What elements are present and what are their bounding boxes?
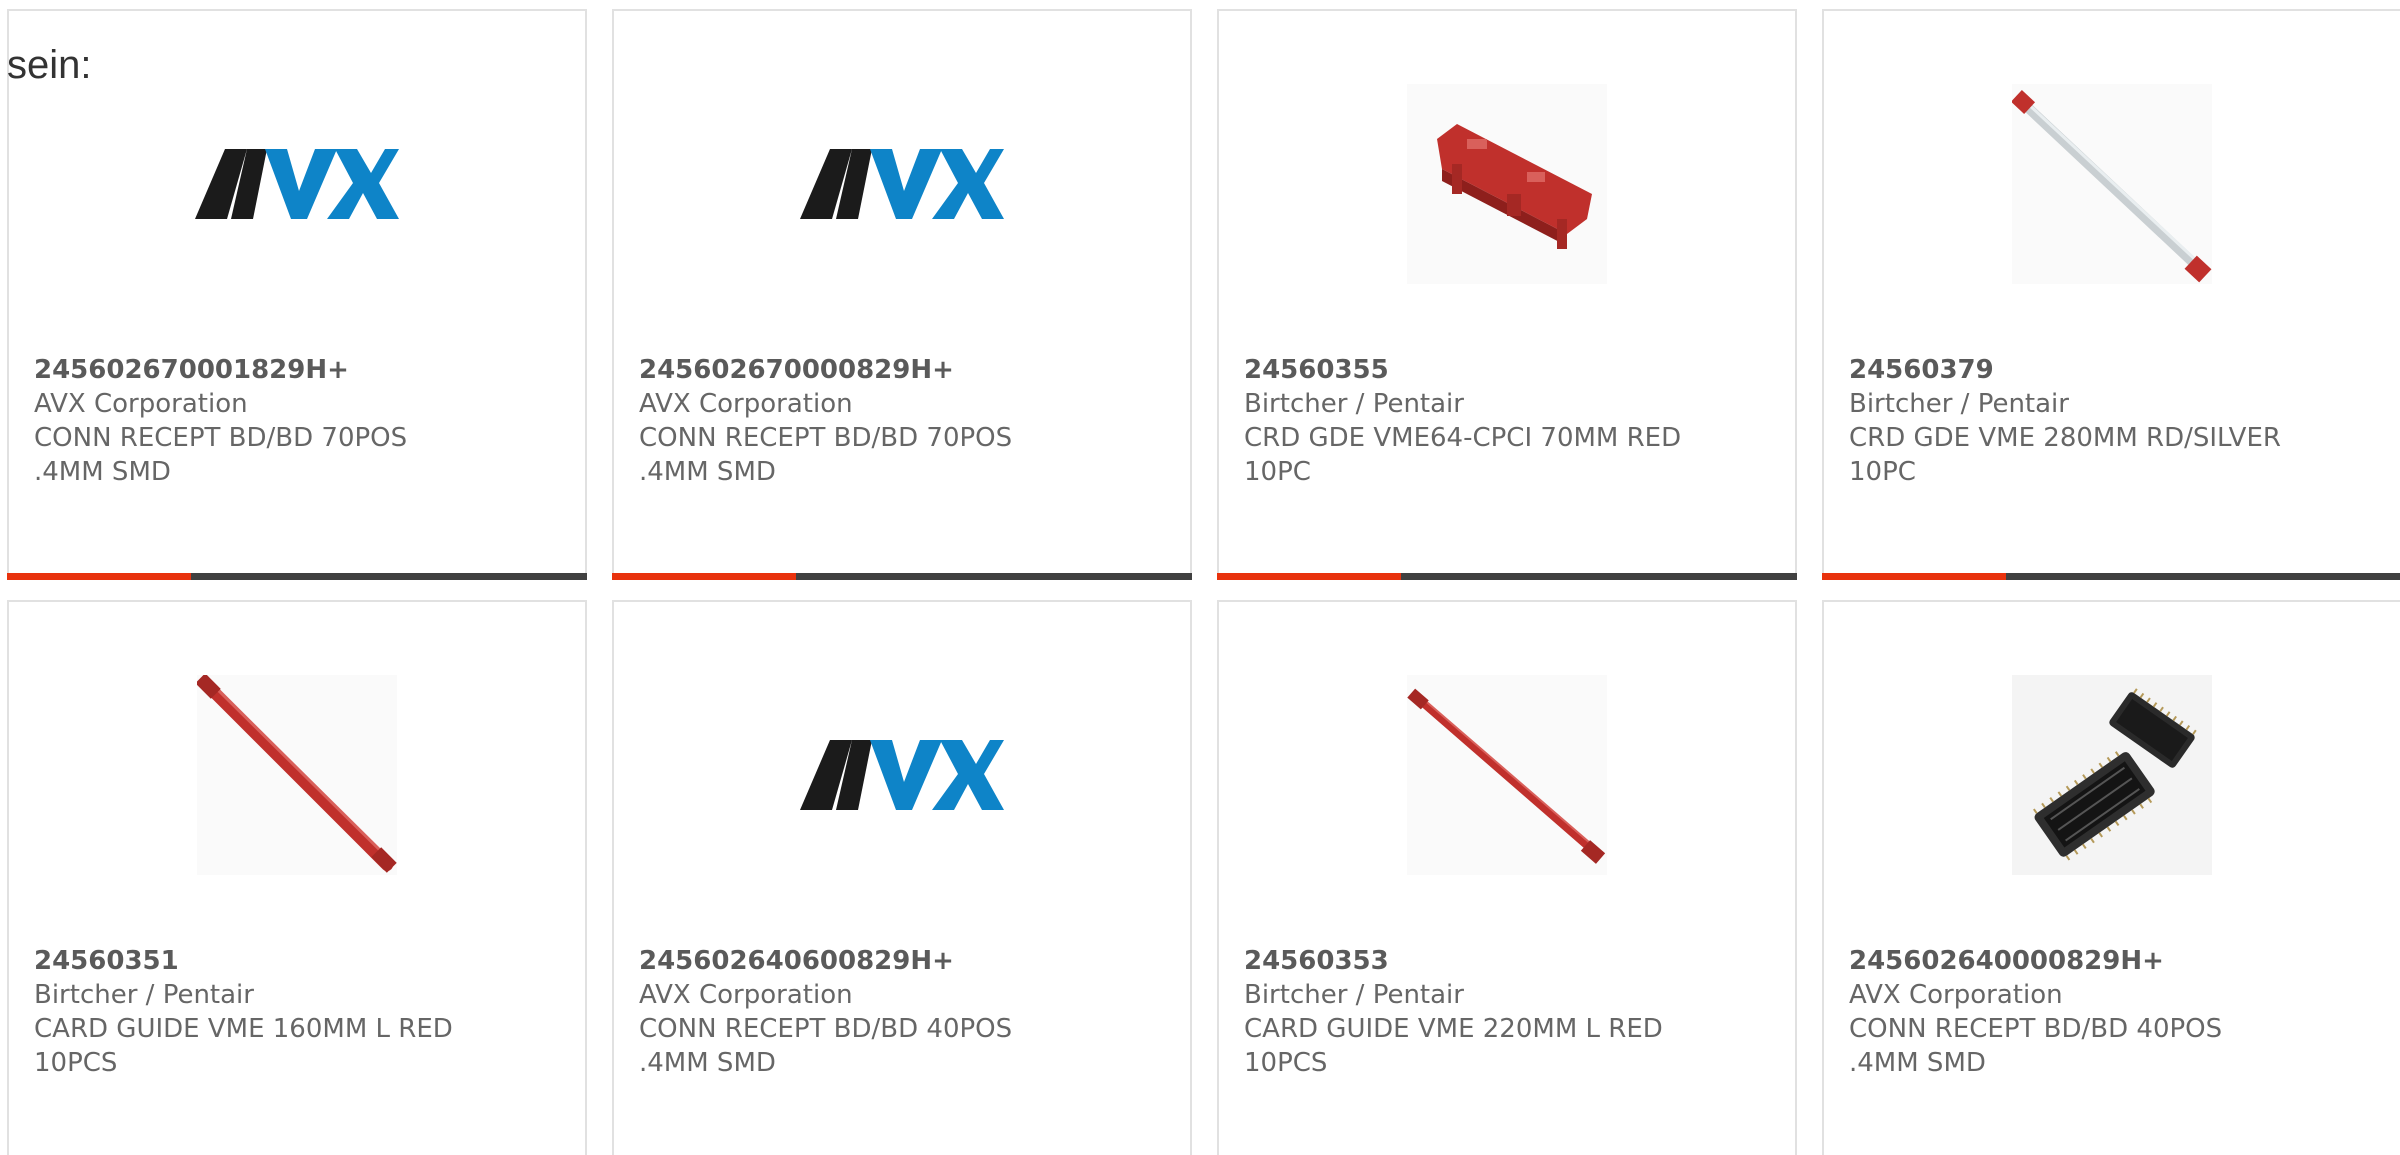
product-image (1824, 79, 2400, 289)
part-number[interactable]: 24560355 (1244, 353, 1775, 387)
product-card[interactable]: 245602640600829H+ AVX Corporation CONN R… (612, 600, 1192, 1155)
description-line: 10PC (1849, 457, 1916, 487)
card-bar (612, 573, 1192, 580)
description-line: CARD GUIDE VME 220MM L RED (1244, 1014, 1663, 1044)
description-line: .4MM SMD (34, 457, 171, 487)
product-grid: 245602670001829H+ AVX Corporation CONN R… (7, 9, 2400, 1155)
black-connector-icon (2012, 675, 2212, 875)
product-card[interactable]: 245602670001829H+ AVX Corporation CONN R… (7, 9, 587, 580)
manufacturer: Birtcher / Pentair (1849, 389, 2069, 419)
product-image (1219, 79, 1795, 289)
red-card-guide-icon (1407, 675, 1607, 875)
manufacturer: Birtcher / Pentair (34, 980, 254, 1010)
description-line: CRD GDE VME 280MM RD/SILVER (1849, 423, 2281, 453)
part-number[interactable]: 245602670001829H+ (34, 353, 565, 387)
part-number[interactable]: 245602670000829H+ (639, 353, 1170, 387)
part-number[interactable]: 245602640600829H+ (639, 944, 1170, 978)
product-card[interactable]: 24560353 Birtcher / Pentair CARD GUIDE V… (1217, 600, 1797, 1155)
product-info: 245602670000829H+ AVX Corporation CONN R… (639, 353, 1170, 489)
description-line: CONN RECEPT BD/BD 40POS (639, 1014, 1013, 1044)
product-info: 24560351 Birtcher / Pentair CARD GUIDE V… (34, 944, 565, 1080)
manufacturer: Birtcher / Pentair (1244, 980, 1464, 1010)
description-line: .4MM SMD (639, 1048, 776, 1078)
product-image (1824, 670, 2400, 880)
product-info: 245602640600829H+ AVX Corporation CONN R… (639, 944, 1170, 1080)
product-info: 24560355 Birtcher / Pentair CRD GDE VME6… (1244, 353, 1775, 489)
avx-logo (9, 79, 585, 289)
manufacturer: Birtcher / Pentair (1244, 389, 1464, 419)
manufacturer: AVX Corporation (1849, 980, 2063, 1010)
description-line: 10PCS (34, 1048, 118, 1078)
description-line: CONN RECEPT BD/BD 70POS (34, 423, 408, 453)
description-line: CARD GUIDE VME 160MM L RED (34, 1014, 453, 1044)
product-card[interactable]: 245602670000829H+ AVX Corporation CONN R… (612, 9, 1192, 580)
product-info: 245602640000829H+ AVX Corporation CONN R… (1849, 944, 2380, 1080)
intro-text: sein: (7, 43, 92, 87)
part-number[interactable]: 24560351 (34, 944, 565, 978)
product-image (1219, 670, 1795, 880)
description-line: 10PCS (1244, 1048, 1328, 1078)
description-line: 10PC (1244, 457, 1311, 487)
part-number[interactable]: 24560353 (1244, 944, 1775, 978)
product-card[interactable]: 24560355 Birtcher / Pentair CRD GDE VME6… (1217, 9, 1797, 580)
card-bar-accent (612, 573, 796, 580)
description-line: .4MM SMD (639, 457, 776, 487)
card-bar (1217, 573, 1797, 580)
description-line: CONN RECEPT BD/BD 40POS (1849, 1014, 2223, 1044)
manufacturer: AVX Corporation (639, 389, 853, 419)
part-number[interactable]: 24560379 (1849, 353, 2380, 387)
description-line: CRD GDE VME64-CPCI 70MM RED (1244, 423, 1682, 453)
product-info: 24560353 Birtcher / Pentair CARD GUIDE V… (1244, 944, 1775, 1080)
card-bar-accent (1822, 573, 2006, 580)
part-number[interactable]: 245602640000829H+ (1849, 944, 2380, 978)
product-card[interactable]: 24560379 Birtcher / Pentair CRD GDE VME … (1822, 9, 2400, 580)
card-bar-accent (7, 573, 191, 580)
silver-card-guide-icon (2012, 84, 2212, 284)
avx-logo (614, 79, 1190, 289)
product-info: 245602670001829H+ AVX Corporation CONN R… (34, 353, 565, 489)
description-line: CONN RECEPT BD/BD 70POS (639, 423, 1013, 453)
description-line: .4MM SMD (1849, 1048, 1986, 1078)
card-bar (1822, 573, 2400, 580)
manufacturer: AVX Corporation (639, 980, 853, 1010)
red-card-guide-icon (197, 675, 397, 875)
product-info: 24560379 Birtcher / Pentair CRD GDE VME … (1849, 353, 2380, 489)
avx-logo (614, 670, 1190, 880)
product-image (9, 670, 585, 880)
product-card[interactable]: 245602640000829H+ AVX Corporation CONN R… (1822, 600, 2400, 1155)
card-bar (7, 573, 587, 580)
product-card[interactable]: 24560351 Birtcher / Pentair CARD GUIDE V… (7, 600, 587, 1155)
manufacturer: AVX Corporation (34, 389, 248, 419)
card-bar-accent (1217, 573, 1401, 580)
red-card-guide-icon (1407, 84, 1607, 284)
